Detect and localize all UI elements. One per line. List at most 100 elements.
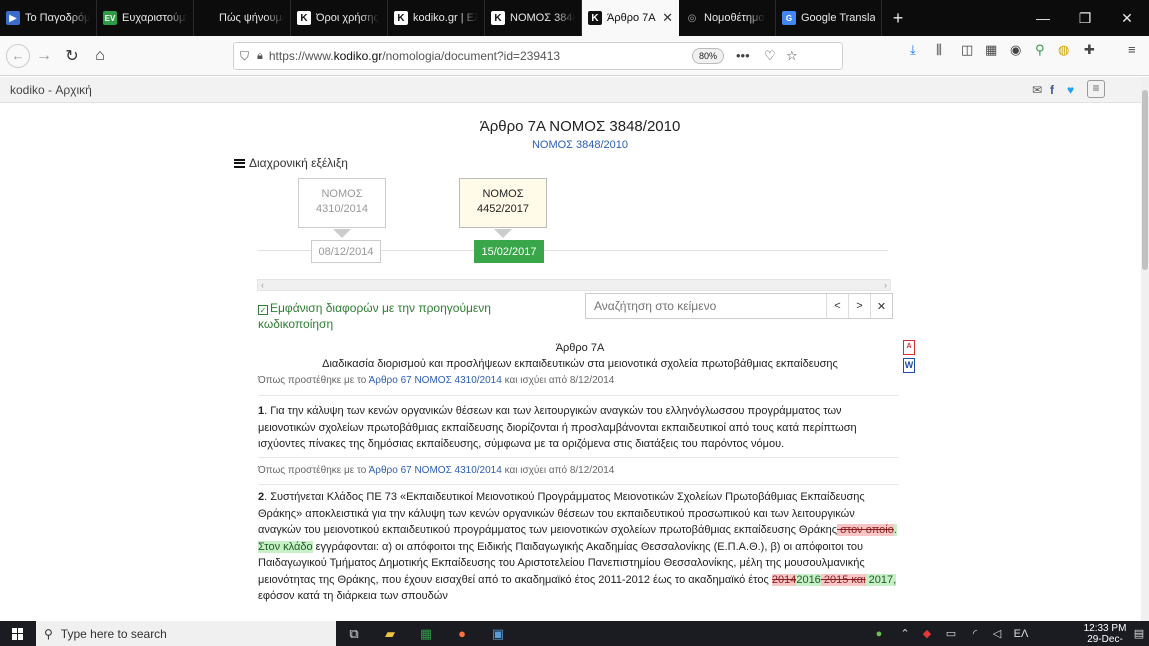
clock[interactable]: 12:33 PM29-Dec-19 bbox=[1083, 623, 1127, 646]
scroll-right-icon[interactable]: › bbox=[884, 280, 887, 290]
new-tab-button[interactable]: + bbox=[882, 0, 914, 36]
shield-icon: ⛉ bbox=[240, 48, 250, 63]
twitter-icon[interactable]: ♥ bbox=[1067, 83, 1074, 97]
law-link[interactable]: ΝΟΜΟΣ 3848/2010 bbox=[330, 139, 830, 151]
windows-icon bbox=[12, 627, 24, 640]
task-view-icon[interactable]: ⧉ bbox=[336, 621, 372, 646]
tray-app-icon[interactable]: ● bbox=[868, 621, 890, 646]
file-explorer-icon[interactable]: ▰ bbox=[372, 621, 408, 646]
scroll-left-icon[interactable]: ‹ bbox=[261, 280, 264, 290]
amendment-link[interactable]: Άρθρο 67 ΝΟΜΟΣ 4310/2014 bbox=[369, 375, 502, 386]
tab-5[interactable]: KΝΟΜΟΣ 3848/20 bbox=[485, 0, 582, 36]
globe-icon: ◎ bbox=[687, 12, 697, 24]
tab-6-active[interactable]: KΆρθρο 7Α Ν✕ bbox=[582, 0, 679, 36]
tab-strip: ▶Το Παγοδρόμιο EVΕυχαριστούμε Πώς ψήνουμ… bbox=[0, 0, 1149, 36]
home-button[interactable]: ⌂ bbox=[86, 42, 114, 70]
close-icon[interactable]: ✕ bbox=[658, 10, 673, 26]
extension-puzzle-icon[interactable]: ✚ bbox=[1084, 42, 1095, 58]
kodiko-favicon-icon: K bbox=[394, 11, 408, 25]
facebook-icon[interactable]: f bbox=[1050, 83, 1054, 97]
paragraph-1: 1. Για την κάλυψη των κενών οργανικών θέ… bbox=[258, 403, 898, 453]
start-button[interactable] bbox=[0, 621, 36, 646]
word-icon[interactable]: W bbox=[903, 358, 915, 373]
minimize-button[interactable]: — bbox=[1022, 0, 1064, 36]
url-domain: kodiko.gr bbox=[333, 49, 383, 63]
timeline-scrollbar[interactable]: ‹ › bbox=[257, 279, 891, 291]
language-indicator[interactable]: ΕΛ bbox=[1010, 621, 1032, 646]
reload-button[interactable]: ↻ bbox=[58, 42, 86, 70]
battery-icon[interactable]: ▭ bbox=[942, 621, 960, 646]
home-link[interactable]: kodiko - Αρχική bbox=[10, 83, 92, 97]
forward-button[interactable]: → bbox=[30, 42, 58, 70]
library-icon[interactable]: ⫼ bbox=[936, 42, 942, 58]
download-icon[interactable]: ⤓ bbox=[910, 42, 916, 58]
tray-expand-icon[interactable]: ⌃ bbox=[896, 621, 914, 646]
taskbar-search[interactable]: ⚲ Type here to search bbox=[36, 621, 336, 646]
tab-7[interactable]: ◎ Νομοθέτημα bbox=[679, 0, 776, 36]
tab-2[interactable]: Πώς ψήνουμε bbox=[194, 0, 291, 36]
checkbox-checked-icon[interactable]: ✓ bbox=[258, 305, 268, 315]
restore-button[interactable]: ❐ bbox=[1064, 0, 1106, 36]
amendment-link[interactable]: Άρθρο 67 ΝΟΜΟΣ 4310/2014 bbox=[369, 465, 502, 476]
timeline-toggle[interactable]: Διαχρονική εξέλιξη bbox=[234, 156, 348, 170]
version-card-current[interactable]: ΝΟΜΟΣ 4452/2017 bbox=[459, 178, 547, 238]
page-title: Άρθρο 7Α ΝΟΜΟΣ 3848/2010 bbox=[479, 118, 681, 135]
version-date-current[interactable]: 15/02/2017 bbox=[474, 240, 544, 263]
deleted-text: 2014 bbox=[771, 573, 797, 586]
app-icon[interactable]: ▣ bbox=[480, 621, 516, 646]
scrollbar-thumb[interactable] bbox=[1142, 90, 1148, 270]
paragraph-text: . Συστήνεται Κλάδος ΠΕ 73 «Εκπαιδευτικοί… bbox=[258, 491, 865, 536]
extension-grid-icon[interactable]: ▦ bbox=[985, 42, 997, 58]
notifications-icon[interactable]: ▤ bbox=[1131, 621, 1147, 646]
account-icon[interactable]: ◉ bbox=[1010, 42, 1021, 58]
article-number: Άρθρο 7Α bbox=[555, 342, 605, 354]
version-date-old[interactable]: 08/12/2014 bbox=[311, 240, 381, 263]
site-favicon-icon: ▶ bbox=[6, 11, 20, 25]
clock-date: 29-Dec-19 bbox=[1087, 634, 1123, 646]
email-icon[interactable]: ✉ bbox=[1032, 83, 1042, 97]
search-input[interactable] bbox=[586, 294, 826, 318]
back-button[interactable]: ← bbox=[6, 43, 30, 68]
bookmark-star-icon[interactable]: ☆ bbox=[786, 48, 798, 64]
show-diff-label: Εμφάνιση διαφορών με την προηγούμενη κωδ… bbox=[258, 301, 491, 331]
wifi-icon[interactable]: ◜ bbox=[966, 621, 984, 646]
screen: ▶Το Παγοδρόμιο EVΕυχαριστούμε Πώς ψήνουμ… bbox=[0, 0, 1149, 646]
chrome-extension-icon[interactable]: ◍ bbox=[1058, 42, 1069, 58]
search-clear-button[interactable]: ✕ bbox=[870, 294, 892, 318]
page-actions-icon[interactable]: ••• bbox=[736, 48, 750, 63]
translate-icon: G bbox=[782, 11, 796, 25]
divider bbox=[258, 395, 898, 396]
tab-3[interactable]: K Όροι χρήσης bbox=[291, 0, 388, 36]
tray-antivirus-icon[interactable]: ◆ bbox=[918, 621, 936, 646]
search-icon: ⚲ bbox=[44, 626, 53, 641]
paragraph-text: . Για την κάλυψη των κενών οργανικών θέσ… bbox=[258, 405, 857, 450]
divider bbox=[258, 484, 898, 485]
close-window-button[interactable]: ✕ bbox=[1106, 0, 1148, 36]
version-card-old[interactable]: ΝΟΜΟΣ 4310/2014 bbox=[298, 178, 386, 238]
firefox-icon[interactable]: ● bbox=[444, 621, 480, 646]
menu-icon[interactable]: ≡ bbox=[1128, 42, 1136, 57]
amendment-note: Όπως προστέθηκε με το Άρθρο 67 ΝΟΜΟΣ 431… bbox=[258, 465, 614, 476]
tab-4[interactable]: Kkodiko.gr | Ελλη bbox=[388, 0, 485, 36]
tab-0[interactable]: ▶Το Παγοδρόμιο bbox=[0, 0, 97, 36]
search-extension-icon[interactable]: ⚲ bbox=[1035, 42, 1045, 58]
url-path: /nomologia/document?id=239413 bbox=[382, 49, 561, 63]
search-next-button[interactable]: > bbox=[848, 294, 870, 318]
kodiko-favicon-icon: K bbox=[297, 11, 311, 25]
zoom-level-badge[interactable]: 80% bbox=[692, 48, 724, 64]
search-prev-button[interactable]: < bbox=[826, 294, 848, 318]
volume-icon[interactable]: ◁ bbox=[988, 621, 1006, 646]
excel-icon[interactable]: ▦ bbox=[408, 621, 444, 646]
pocket-icon[interactable]: ♡ bbox=[764, 48, 776, 64]
lock-icon: 🔒︎ bbox=[257, 49, 263, 62]
sidebar-icon[interactable]: ◫ bbox=[961, 42, 973, 58]
menu-toggle-icon[interactable]: ≡ bbox=[1087, 80, 1105, 98]
page-favicon-icon bbox=[200, 11, 214, 25]
tab-1[interactable]: EV Ευχαριστούμε bbox=[97, 0, 194, 36]
navigation-bar: ← → ↻ ⌂ ⛉ 🔒︎ https://www. kodiko.gr/nomol… bbox=[0, 36, 1149, 76]
tab-8[interactable]: GGoogle Translate bbox=[776, 0, 882, 36]
pdf-icon[interactable]: A bbox=[903, 340, 915, 355]
url-bar[interactable]: ⛉ 🔒︎ https://www. kodiko.gr/nomologia/doc… bbox=[233, 42, 843, 70]
show-diff-checkbox[interactable]: ✓ Εμφάνιση διαφορών με την προηγούμενη κω… bbox=[258, 300, 558, 332]
kodiko-favicon-icon: K bbox=[588, 11, 602, 25]
